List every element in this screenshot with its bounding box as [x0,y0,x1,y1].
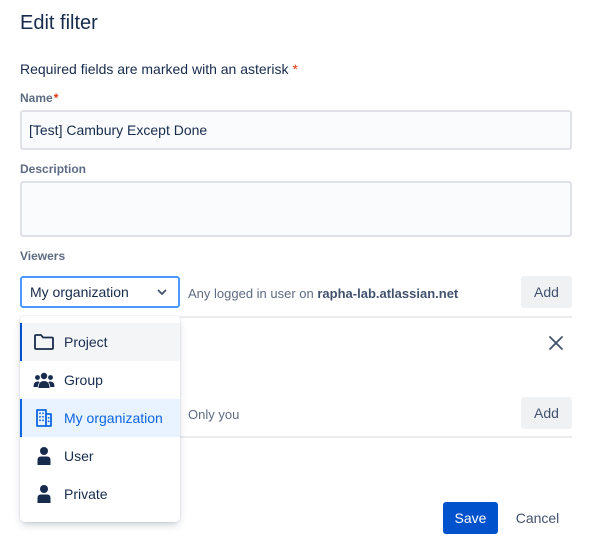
person-icon [32,482,56,506]
dropdown-item-label: User [64,448,94,464]
people-group-icon [32,368,56,392]
viewers-divider [180,316,572,318]
viewers-hint-domain: rapha-lab.atlassian.net [317,286,459,301]
name-label-text: Name [20,91,53,105]
cancel-button[interactable]: Cancel [504,502,571,534]
dialog-title: Edit filter [20,12,98,34]
dropdown-item-private[interactable]: Private [20,475,180,513]
required-note-text: Required fields are marked with an aster… [20,61,289,77]
dropdown-item-my-organization[interactable]: My organization [20,399,180,437]
name-label: Name* [20,91,58,105]
description-label: Description [20,162,87,176]
save-button[interactable]: Save [443,502,498,534]
required-fields-note: Required fields are marked with an aster… [20,61,298,77]
dropdown-item-group[interactable]: Group [20,361,180,399]
folder-icon [32,330,56,354]
description-textarea[interactable] [20,181,572,237]
viewers-label: Viewers [20,249,66,263]
viewers-hint-prefix: Any logged in user on [188,286,318,301]
remove-viewer-button[interactable] [545,332,567,354]
dropdown-item-label: My organization [64,410,163,426]
dropdown-item-project[interactable]: Project [20,323,180,361]
person-icon [32,444,56,468]
name-required-asterisk: * [53,91,59,105]
close-icon [549,336,563,350]
add-editor-button[interactable]: Add [521,397,572,429]
required-asterisk: * [292,61,298,77]
chevron-down-icon [154,284,170,300]
viewers-selected-value: My organization [30,284,129,300]
viewers-dropdown-menu: Project Group My organization User Priva… [20,316,180,522]
dropdown-item-label: Private [64,486,108,502]
viewers-hint: Any logged in user on rapha-lab.atlassia… [188,286,458,301]
dropdown-item-label: Project [64,334,108,350]
dropdown-item-user[interactable]: User [20,437,180,475]
editors-hint: Only you [188,407,240,422]
add-viewer-button[interactable]: Add [521,276,572,308]
viewers-select[interactable]: My organization [20,276,180,308]
editors-divider [180,436,572,438]
dropdown-item-label: Group [64,372,103,388]
office-building-icon [32,406,56,430]
name-input[interactable] [20,110,572,150]
